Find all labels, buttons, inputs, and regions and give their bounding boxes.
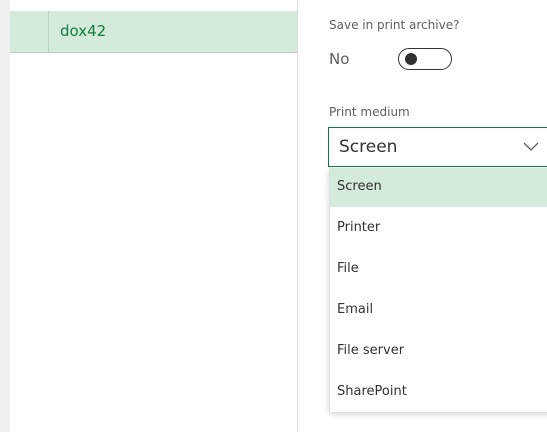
print-medium-value: Screen: [339, 137, 398, 157]
archive-toggle-value: No: [329, 50, 350, 68]
toggle-knob: [405, 52, 417, 65]
table-row[interactable]: dox42: [10, 11, 297, 53]
print-medium-dropdown: Screen Printer File Email File server Sh…: [329, 168, 547, 412]
archive-toggle[interactable]: [398, 48, 452, 70]
option-printer[interactable]: Printer: [330, 209, 547, 248]
row-selector-cell[interactable]: [48, 11, 49, 52]
print-medium-select[interactable]: Screen: [328, 127, 547, 167]
option-label: Screen: [337, 179, 382, 194]
option-screen[interactable]: Screen: [330, 168, 547, 207]
option-file[interactable]: File: [330, 250, 547, 289]
background-strip: [0, 0, 10, 432]
option-label: File server: [337, 343, 405, 358]
option-label: SharePoint: [337, 384, 407, 399]
chevron-down-icon[interactable]: [523, 139, 539, 155]
option-file-server[interactable]: File server: [330, 332, 547, 371]
option-label: File: [337, 261, 359, 276]
records-grid: dox42: [10, 0, 298, 432]
option-label: Email: [337, 302, 374, 317]
option-sharepoint[interactable]: SharePoint: [330, 373, 547, 412]
print-medium-label: Print medium: [329, 105, 410, 119]
archive-label: Save in print archive?: [329, 18, 460, 32]
grid-cell-value[interactable]: dox42: [60, 22, 106, 40]
option-label: Printer: [337, 220, 381, 235]
option-email[interactable]: Email: [330, 291, 547, 330]
